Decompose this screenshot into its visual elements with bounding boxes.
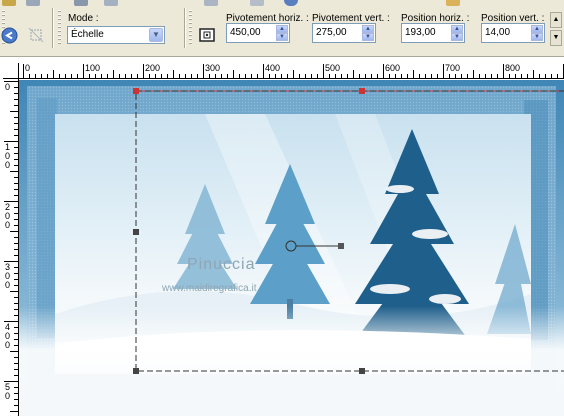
ruler-label: 400 (265, 63, 281, 73)
tool-icon[interactable] (74, 0, 88, 6)
ruler-label: 100 (85, 63, 101, 73)
deform-box-overlay[interactable] (19, 80, 564, 416)
position-x-input[interactable]: 193,00 ▲ ▼ (401, 23, 465, 43)
mode-label: Mode : (68, 13, 99, 24)
edge-handle[interactable] (359, 368, 365, 374)
pivot-x-input[interactable]: 450,00 ▲ ▼ (226, 23, 290, 43)
toolbar-top-icons (0, 0, 564, 7)
pivot-x-value: 450,00 (230, 27, 261, 38)
ruler-label: 0 (5, 82, 11, 92)
toolbar-separator (52, 8, 53, 48)
vertical-ruler[interactable]: 0 1 0 0 2 0 0 3 0 0 4 0 0 5 0 (3, 79, 19, 416)
ruler-label: 600 (385, 63, 401, 73)
toolbar-grip[interactable] (189, 10, 192, 46)
mode-select-value: Échelle (71, 29, 104, 40)
ruler-label: 500 (325, 63, 341, 73)
horizontal-ruler[interactable]: 0 100 200 300 400 500 600 700 800 (19, 63, 564, 79)
position-y-stepper[interactable]: ▲ ▼ (531, 25, 543, 41)
ruler-label: 3 0 0 (5, 262, 11, 290)
ruler-label: 700 (445, 63, 461, 73)
ruler-label: 200 (145, 63, 161, 73)
pivot-y-input[interactable]: 275,00 ▲ ▼ (312, 23, 376, 43)
scroll-down-icon[interactable]: ▼ (550, 30, 562, 46)
ruler-label: 4 0 0 (5, 322, 11, 350)
edge-handle[interactable] (359, 88, 365, 94)
tool-icon[interactable] (26, 0, 40, 6)
ruler-label: 2 0 0 (5, 202, 11, 230)
toolbar-separator (184, 8, 185, 48)
horizontal-ruler-ticks (23, 64, 564, 78)
ruler-label: 1 0 0 (5, 142, 11, 170)
corner-handle[interactable] (133, 88, 139, 94)
image-canvas[interactable]: Pinuccia www.maidiregrafica.it (19, 80, 564, 416)
pivot-point[interactable] (285, 240, 297, 252)
toolbar-grip[interactable] (58, 10, 61, 46)
mode-select[interactable]: Échelle ▼ (67, 26, 165, 44)
tool-icon[interactable] (204, 0, 218, 6)
edge-handle[interactable] (133, 229, 139, 235)
position-y-input[interactable]: 14,00 ▲ ▼ (481, 23, 545, 43)
toolbar-scroll[interactable]: ▲ ▼ (550, 12, 562, 48)
scroll-up-icon[interactable]: ▲ (550, 12, 562, 28)
apply-deform-icon[interactable] (27, 26, 45, 44)
ruler-label: 0 (25, 63, 31, 73)
chevron-down-icon[interactable]: ▼ (149, 28, 163, 42)
ruler-label: 800 (505, 63, 521, 73)
rotation-handle[interactable] (338, 243, 344, 249)
help-icon[interactable] (284, 0, 298, 6)
ruler-label: 300 (205, 63, 221, 73)
tool-icon[interactable] (104, 0, 118, 6)
tool-icon[interactable] (2, 0, 16, 6)
position-y-value: 14,00 (485, 27, 511, 38)
ruler-corner (3, 63, 19, 79)
ruler-label: 5 0 (5, 382, 11, 401)
tool-icon[interactable] (446, 0, 460, 6)
tool-icon[interactable] (250, 0, 264, 6)
position-x-stepper[interactable]: ▲ ▼ (451, 25, 463, 41)
vertical-ruler-ticks (4, 81, 18, 412)
pivot-y-stepper[interactable]: ▲ ▼ (362, 25, 374, 41)
corner-handle[interactable] (133, 368, 139, 374)
tool-options-toolbar: Mode : Échelle ▼ Pivotement horiz. : 450… (0, 0, 564, 57)
pivot-y-value: 275,00 (316, 27, 347, 38)
deform-box[interactable] (135, 90, 564, 372)
position-x-value: 193,00 (405, 27, 436, 38)
pivot-icon[interactable] (197, 26, 217, 44)
pivot-x-stepper[interactable]: ▲ ▼ (276, 25, 288, 41)
reset-arrow-icon[interactable] (0, 26, 18, 44)
